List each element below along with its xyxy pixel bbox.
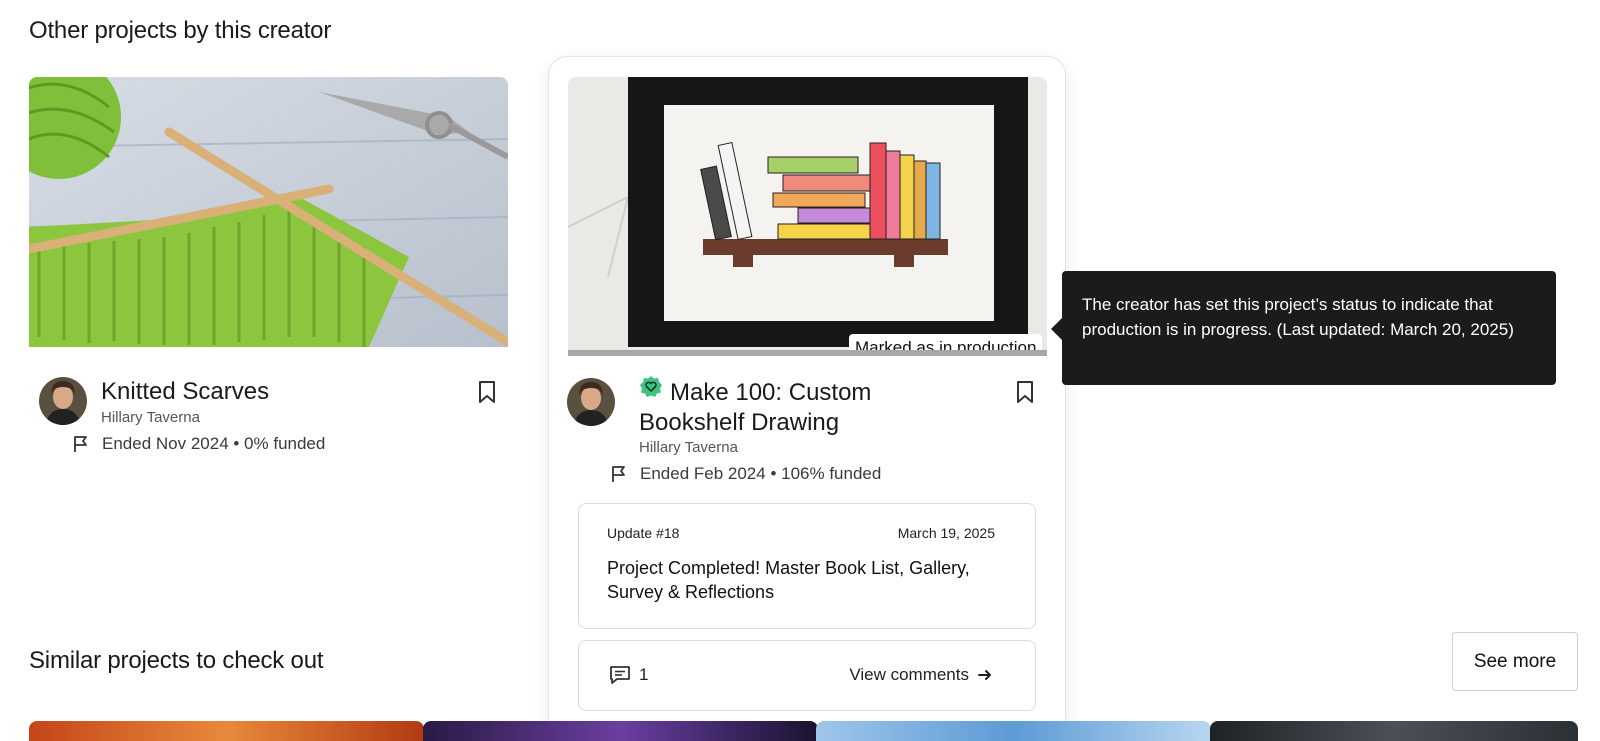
bookmark-icon[interactable]: [1015, 380, 1035, 404]
view-comments-link[interactable]: View comments: [849, 665, 993, 685]
project-status-text: Ended Nov 2024 • 0% funded: [102, 434, 326, 453]
project-card-bookshelf-drawing[interactable]: Marked as in production Make 100: Custom…: [549, 57, 1065, 735]
funding-progress-bar: [568, 350, 1047, 356]
flag-icon: [612, 466, 625, 482]
update-date: March 19, 2025: [897, 525, 995, 541]
knitting-photo: [29, 77, 508, 347]
update-number: Update #18: [607, 525, 680, 541]
similar-project-thumbnail-3[interactable]: [816, 721, 1211, 741]
latest-update-card[interactable]: Update #18 March 19, 2025 Project Comple…: [578, 503, 1036, 629]
comment-count: 1: [639, 665, 649, 684]
bookmark-icon[interactable]: [477, 380, 497, 404]
arrow-right-icon: [978, 670, 991, 680]
comment-icon: [610, 666, 630, 684]
project-meta: Ended Feb 2024 • 106% funded: [610, 464, 881, 484]
section-title-similar-projects: Similar projects to check out: [29, 647, 324, 674]
bookshelf-drawing-photo: [568, 77, 1047, 356]
project-meta: Ended Nov 2024 • 0% funded: [72, 434, 325, 454]
avatar-photo: [39, 377, 87, 425]
creator-avatar[interactable]: [567, 378, 615, 426]
project-title-line1: Make 100: Custom: [670, 379, 872, 406]
project-status-text: Ended Feb 2024 • 106% funded: [640, 464, 882, 483]
avatar-photo: [567, 378, 615, 426]
similar-project-thumbnail-1[interactable]: [29, 721, 424, 741]
project-title-line2: Bookshelf Drawing: [639, 409, 840, 436]
similar-project-thumbnail-4[interactable]: [1210, 721, 1578, 741]
section-title-other-projects: Other projects by this creator: [29, 17, 332, 44]
project-title[interactable]: Make 100: Custom Bookshelf Drawing: [639, 378, 871, 438]
update-title[interactable]: Project Completed! Master Book List, Gal…: [607, 556, 1007, 604]
project-title[interactable]: Knitted Scarves: [101, 377, 269, 407]
tooltip-arrow: [1051, 318, 1062, 340]
project-image-knitting[interactable]: [29, 77, 508, 347]
view-comments-label: View comments: [849, 665, 969, 684]
comments-bar: 1 View comments: [578, 640, 1036, 711]
see-more-button[interactable]: See more: [1452, 632, 1578, 691]
similar-project-thumbnail-2[interactable]: [423, 721, 818, 741]
flag-icon: [74, 436, 87, 452]
creator-name[interactable]: Hillary Taverna: [101, 409, 200, 426]
project-image-bookshelf[interactable]: Marked as in production: [568, 77, 1047, 356]
creator-avatar[interactable]: [39, 377, 87, 425]
status-tooltip: The creator has set this project’s statu…: [1062, 271, 1556, 385]
funding-progress-fill: [568, 350, 1047, 356]
creator-name[interactable]: Hillary Taverna: [639, 439, 738, 456]
